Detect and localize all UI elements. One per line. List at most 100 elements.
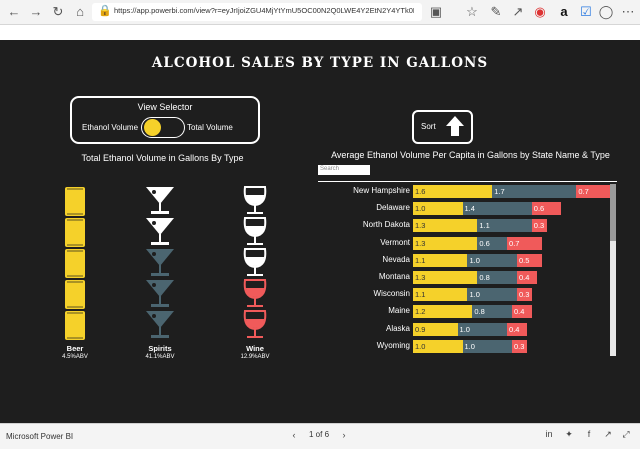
right-visual-title: Average Ethanol Volume Per Capita in Gal… <box>331 150 610 160</box>
chart-scrollbar[interactable] <box>610 184 616 356</box>
favorite-icon[interactable]: ☆ <box>464 4 480 20</box>
chrome-extension-icon[interactable]: ◉ <box>532 4 548 20</box>
search-placeholder: Search <box>320 166 340 172</box>
bar-row[interactable]: Montana 1.3 0.8 0.4 <box>318 270 618 285</box>
bar-segment-beer[interactable]: 1.0 <box>413 202 463 216</box>
beer-can-rim <box>67 188 83 190</box>
bar-row[interactable]: Nevada 1.1 1.0 0.5 <box>318 253 618 268</box>
bar-segment-spirits[interactable]: 1.4 <box>462 202 532 216</box>
bar-segment-wine[interactable]: 0.5 <box>516 253 542 267</box>
share-icon[interactable]: ↗ <box>510 4 526 20</box>
sort-button[interactable]: Sort <box>412 110 473 144</box>
state-label: Vermont <box>380 237 410 247</box>
state-search-input[interactable]: Search <box>318 165 370 175</box>
bar-row[interactable]: Wyoming 1.0 1.0 0.3 <box>318 339 618 354</box>
more-icon[interactable]: ⋯ <box>620 4 636 20</box>
martini-glass-base <box>151 304 169 307</box>
toggle-right-option[interactable]: Total Volume <box>187 123 233 132</box>
bar-segment-wine[interactable]: 0.7 <box>576 185 611 198</box>
bar-row[interactable]: New Hampshire 1.6 1.7 0.7 <box>318 184 618 199</box>
extension-icon[interactable]: ☑ <box>578 4 594 20</box>
bar-segment-wine[interactable]: 0.7 <box>507 236 542 250</box>
toggle-knob[interactable] <box>144 119 161 136</box>
bar-segment-wine[interactable]: 0.4 <box>507 322 527 336</box>
state-label: Maine <box>388 306 410 316</box>
report-title: ALCOHOL SALES BY TYPE IN GALLONS <box>151 55 489 71</box>
bar-segment-beer[interactable]: 1.1 <box>413 253 468 267</box>
refresh-icon[interactable]: ↻ <box>50 4 66 20</box>
type-icons-svg <box>65 186 267 340</box>
prev-page-icon[interactable]: ‹ <box>288 430 300 440</box>
address-bar[interactable]: 🔒 https://app.powerbi.com/view?r=eyJrIjo… <box>92 3 422 21</box>
pen-icon[interactable]: ✎ <box>488 4 504 20</box>
category-label-wine: Wine <box>246 344 264 353</box>
account-icon[interactable]: ◯ <box>598 4 614 20</box>
linkedin-icon[interactable]: in <box>543 429 555 439</box>
bar-row[interactable]: Vermont 1.3 0.6 0.7 <box>318 236 618 251</box>
martini-glass-stem <box>159 234 161 243</box>
beer-can-rim <box>67 219 83 221</box>
bar-segment-wine[interactable]: 0.3 <box>512 339 527 353</box>
martini-glass-stem <box>159 265 161 274</box>
state-bar-chart[interactable]: New Hampshire 1.6 1.7 0.7 Delaware 1.0 1.4 0.6 N… <box>318 184 618 356</box>
wine-glass-stem <box>254 205 256 213</box>
powerbi-status-bar: Microsoft Power BI ‹ 1 of 6 › in ✦ f ↗ ⤢ <box>0 423 640 449</box>
bar-segment-spirits[interactable]: 0.6 <box>477 236 508 250</box>
bar-segment-beer[interactable]: 1.2 <box>413 305 473 319</box>
share-icon[interactable]: ↗ <box>602 429 614 440</box>
bar-segment-beer[interactable]: 1.3 <box>413 236 478 250</box>
amazon-icon[interactable]: a <box>556 4 572 20</box>
twitter-icon[interactable]: ✦ <box>563 429 575 440</box>
martini-glass-stem <box>159 327 161 336</box>
forward-icon[interactable]: → <box>28 4 44 20</box>
bar-segment-beer[interactable]: 1.3 <box>413 271 478 284</box>
bar-row[interactable]: Wisconsin 1.1 1.0 0.3 <box>318 287 618 302</box>
martini-glass-stem <box>159 203 161 212</box>
category-label-spirits: Spirits <box>148 344 172 353</box>
report-header-bar <box>0 25 640 40</box>
facebook-icon[interactable]: f <box>583 429 595 439</box>
beer-can-icon <box>65 249 85 278</box>
toggle-left-option[interactable]: Ethanol Volume <box>82 123 138 132</box>
bar-segment-wine[interactable]: 0.3 <box>531 219 547 233</box>
view-toggle[interactable] <box>141 117 185 138</box>
bar-row[interactable]: Alaska 0.9 1.0 0.4 <box>318 322 618 337</box>
bar-segment-beer[interactable]: 1.1 <box>413 288 468 302</box>
bar-segment-wine[interactable]: 0.3 <box>516 288 532 302</box>
bar-segment-beer[interactable]: 1.3 <box>413 219 478 233</box>
next-page-icon[interactable]: › <box>338 430 350 440</box>
martini-glass-base <box>151 242 169 245</box>
home-icon[interactable]: ⌂ <box>72 4 88 20</box>
bar-segment-spirits[interactable]: 1.7 <box>492 185 577 198</box>
bar-segment-beer[interactable]: 0.9 <box>413 322 458 336</box>
bar-row[interactable]: Maine 1.2 0.8 0.4 <box>318 304 618 319</box>
state-label: Wyoming <box>376 340 410 350</box>
bar-segment-spirits[interactable]: 1.1 <box>477 219 532 233</box>
bar-segment-wine[interactable]: 0.6 <box>531 202 562 216</box>
chart-top-line <box>318 181 617 182</box>
bar-segment-wine[interactable]: 0.4 <box>512 305 532 319</box>
beer-can-base <box>67 244 83 246</box>
state-label: New Hampshire <box>353 186 410 195</box>
wine-glass-base <box>247 274 263 276</box>
back-icon[interactable]: ← <box>6 4 22 20</box>
bar-segment-beer[interactable]: 1.0 <box>413 339 463 353</box>
fullscreen-icon[interactable]: ⤢ <box>620 429 632 440</box>
bar-row[interactable]: Delaware 1.0 1.4 0.6 <box>318 201 618 216</box>
bar-segment-spirits[interactable]: 1.0 <box>462 339 512 353</box>
bar-row[interactable]: North Dakota 1.3 1.1 0.3 <box>318 218 618 233</box>
bar-segment-wine[interactable]: 0.4 <box>516 271 537 284</box>
reader-icon[interactable]: ▣ <box>428 4 444 20</box>
scrollbar-thumb[interactable] <box>610 184 616 241</box>
bar-segment-spirits[interactable]: 0.8 <box>472 305 512 319</box>
abv-label-beer: 4.5%ABV <box>62 354 88 360</box>
martini-olive <box>152 252 156 256</box>
martini-glass-icon <box>146 249 174 266</box>
abv-label-spirits: 41.1%ABV <box>145 354 175 360</box>
bar-segment-spirits[interactable]: 1.0 <box>467 288 517 302</box>
bar-segment-spirits[interactable]: 1.0 <box>467 253 517 267</box>
bar-segment-beer[interactable]: 1.6 <box>413 185 493 198</box>
bar-segment-spirits[interactable]: 0.8 <box>477 271 517 284</box>
report-canvas: ALCOHOL SALES BY TYPE IN GALLONS View Se… <box>0 40 640 423</box>
bar-segment-spirits[interactable]: 1.0 <box>457 322 508 336</box>
